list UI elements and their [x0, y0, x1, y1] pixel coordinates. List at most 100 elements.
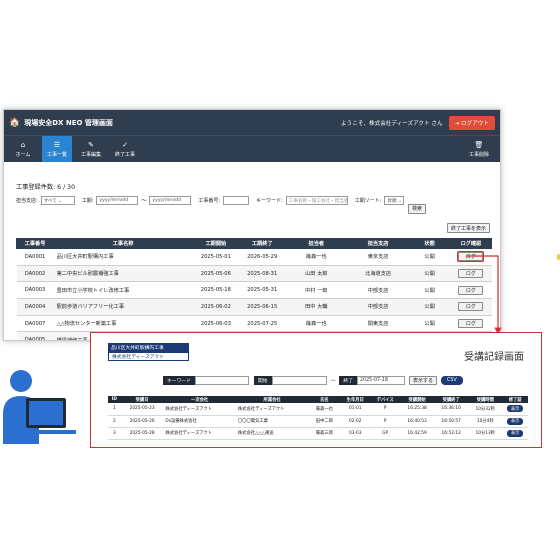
cell-date: 2025-05-23	[120, 403, 164, 416]
table-row[interactable]: DA0003 豊田市立小学校トイレ改修工事 2025-05-18 2025-05…	[16, 281, 492, 300]
home-icon: ⌂	[20, 140, 26, 149]
cell-name: 篠森一也	[308, 403, 341, 416]
log-button[interactable]: ログ	[457, 251, 485, 263]
panel-company: 株式会社ディーズアクト	[108, 352, 189, 361]
certificate-show-button[interactable]: 表示	[507, 429, 524, 437]
project-number-label: 工事番号:	[198, 198, 221, 204]
cell-log: ログ	[450, 315, 492, 333]
search-button[interactable]: 検索	[408, 203, 427, 214]
nav-finished-projects[interactable]: ✓ 終了工事	[110, 136, 140, 162]
cell-company: 株式会社△△△運送	[235, 427, 309, 440]
cell-id: DA0003	[16, 281, 54, 300]
cell-name: 駅前歩道バリアフリー化工事	[53, 298, 193, 316]
cell-id: DA0004	[16, 298, 54, 316]
cell-end: 2025-06-15	[239, 298, 286, 316]
table-row[interactable]: DA0004 駅前歩道バリアフリー化工事 2025-06-02 2025-06-…	[16, 298, 492, 316]
keyword-label: キーワード:	[256, 198, 283, 204]
attendance-table-header: ID 受講日 一次会社 所属会社 氏名 生年月日 デバイス 受講開始 受講終了 …	[108, 396, 528, 403]
project-table: 工事番号 工事名称 工期開始 工期終了 担当者 担当支店 状態 ログ確認 DA0…	[15, 238, 493, 340]
cell-duration: 10分32秒	[468, 403, 503, 416]
cell-end: 16:36:10	[434, 403, 469, 416]
period-start-input[interactable]: yyyy/mm/dd	[96, 196, 139, 205]
cell-id: DA0001	[16, 248, 54, 266]
col-project-number: 工事番号	[15, 238, 55, 249]
col-birth: 生年月日	[340, 396, 371, 403]
cell-branch: 中部支店	[347, 298, 410, 316]
log-button[interactable]: ログ	[458, 302, 484, 312]
cell-branch: 中部支店	[347, 281, 410, 300]
cell-person: 中村 一郎	[285, 281, 348, 300]
period-filter-label: 工期:	[81, 198, 94, 204]
col-name: 氏名	[308, 396, 341, 403]
cell-end: 2025-08-31	[239, 265, 286, 283]
col-branch: 担当支店	[346, 238, 410, 249]
cell-log: ログ	[450, 248, 492, 266]
panel-title: 受講記録画面	[464, 352, 524, 363]
cell-id: DA0007	[16, 315, 54, 333]
table-row[interactable]: DA0001 品川区大井町駅構内工事 2025-05-01 2026-05-29…	[16, 248, 492, 266]
cell-id: 1	[108, 403, 121, 416]
col-project-name: 工事名称	[53, 238, 194, 249]
nav-project-edit[interactable]: ✎ 工事編集	[76, 136, 106, 162]
table-row[interactable]: DA0007 △△物流センター新築工事 2025-06-03 2025-07-2…	[16, 315, 492, 333]
cell-branch: 東京支店	[347, 248, 410, 266]
panel-start-input[interactable]	[271, 376, 327, 385]
nav-home-label: ホーム	[15, 151, 31, 158]
panel-site-name: 品川区大井町駅構内工事	[108, 343, 189, 352]
log-button[interactable]: ログ	[458, 319, 484, 329]
panel-start-label: 開始	[254, 376, 272, 385]
list-icon: ☰	[53, 140, 61, 149]
project-count: 工事登録件数: 6 / 30	[16, 184, 76, 191]
col-end: 受講終了	[434, 396, 469, 403]
logout-label: ログアウト	[461, 120, 489, 127]
show-finished-button[interactable]: 終了工事を表示	[446, 223, 490, 233]
main-nav: ⌂ ホーム ☰ 工事一覧 ✎ 工事編集 ✓ 終了工事 🗑 工事削除	[4, 135, 500, 162]
edit-icon: ✎	[88, 140, 94, 149]
app-logo-icon: 🏠	[9, 117, 21, 128]
certificate-show-button[interactable]: 表示	[507, 405, 524, 413]
cell-start: 16:42:59	[400, 427, 435, 440]
cell-status: 公開	[409, 281, 451, 300]
project-list-content: 工事登録件数: 6 / 30 担当支店: すべて ⌄ 工期: yyyy/mm/d…	[4, 182, 500, 214]
certificate-show-button[interactable]: 表示	[507, 417, 524, 425]
keyword-input[interactable]: 工事名称・施工会社・担当者	[285, 196, 349, 205]
cell-status: 公開	[409, 298, 451, 316]
panel-keyword-label: キーワード	[163, 376, 195, 385]
csv-button[interactable]: CSV	[441, 376, 463, 385]
col-certificate: 修了証	[502, 396, 528, 403]
nav-project-delete[interactable]: 🗑 工事削除	[464, 136, 494, 162]
branch-filter-label: 担当支店:	[16, 198, 38, 204]
nav-home[interactable]: ⌂ ホーム	[8, 136, 38, 162]
panel-filters: キーワード 開始 〜 終了 2025-07-18 表示する CSV	[163, 376, 463, 385]
nav-project-list[interactable]: ☰ 工事一覧	[42, 136, 72, 162]
log-button[interactable]: ログ	[458, 269, 484, 279]
trash-icon: 🗑	[474, 140, 484, 149]
cell-start: 2025-05-06	[192, 265, 240, 283]
panel-show-button[interactable]: 表示する	[409, 376, 438, 385]
cell-name: 第二中央ビル耐震補強工事	[53, 265, 193, 283]
branch-select[interactable]: すべて ⌄	[40, 196, 75, 205]
cell-end: 2025-05-31	[239, 281, 286, 300]
period-end-input[interactable]: yyyy/mm/dd	[149, 196, 192, 205]
table-row[interactable]: DA0002 第二中央ビル耐震補強工事 2025-05-06 2025-08-3…	[16, 265, 492, 283]
logout-button[interactable]: ⇥ ログアウト	[448, 115, 495, 130]
table-row: 2 2025-05-26 Ds設備株式会社 〇〇〇電気工業 田中二郎 02-02…	[108, 415, 528, 428]
cell-date: 2025-05-28	[120, 427, 164, 440]
panel-keyword-input[interactable]	[195, 376, 249, 385]
cell-name: 田中二郎	[308, 415, 341, 428]
project-number-input[interactable]	[223, 196, 250, 205]
col-date: 受講日	[120, 396, 164, 403]
col-company: 所属会社	[235, 396, 309, 403]
cell-id: 2	[108, 415, 121, 428]
cell-device: P	[370, 415, 401, 428]
cell-end: 2025-07-25	[239, 315, 286, 333]
panel-end-input[interactable]: 2025-07-18	[357, 376, 406, 385]
cell-start: 2025-05-18	[192, 281, 240, 300]
sort-select[interactable]: 昇順 ⌄	[384, 196, 405, 205]
col-end: 工期終了	[238, 238, 286, 249]
log-button[interactable]: ログ	[458, 285, 484, 295]
col-id: ID	[108, 396, 121, 403]
welcome-text: ようこそ、株式会社ディーズアクト さん	[341, 120, 443, 127]
cell-name: 篠森三郎	[308, 427, 341, 440]
cell-date: 2025-05-26	[120, 415, 164, 428]
